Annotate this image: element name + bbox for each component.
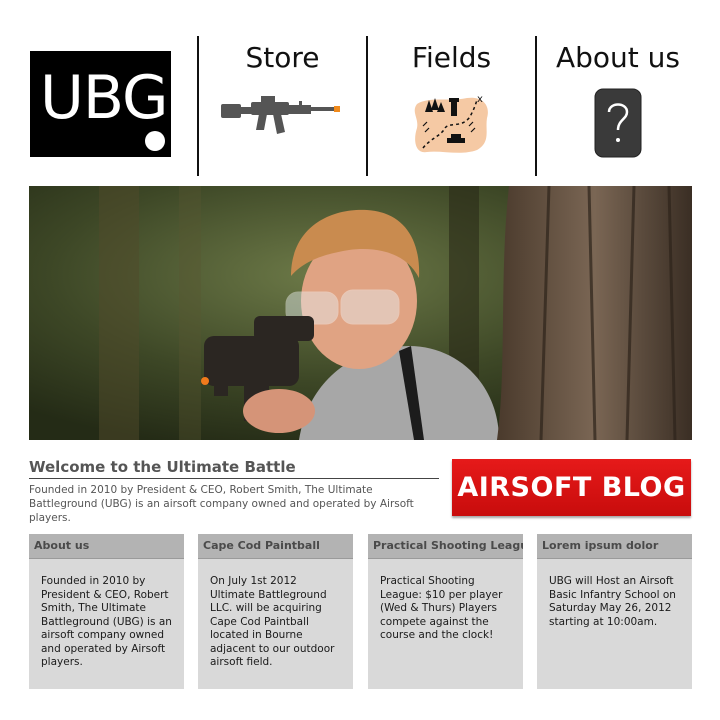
ubg-logo[interactable]: UBG <box>30 51 171 157</box>
welcome-title: Welcome to the Ultimate Battle <box>29 458 439 479</box>
column-title[interactable]: Cape Cod Paintball <box>198 534 353 559</box>
column-text: UBG will Host an Airsoft Basic Infantry … <box>549 575 676 628</box>
logo-text: UBG <box>40 63 169 133</box>
logo-dot <box>145 131 165 151</box>
column-cape-cod-paintball: Cape Cod Paintball On July 1st 2012 Ulti… <box>198 534 353 689</box>
welcome-text: Founded in 2010 by President & CEO, Robe… <box>29 484 414 524</box>
column-title[interactable]: Lorem ipsum dolor <box>537 534 692 559</box>
svg-text:x: x <box>477 94 483 105</box>
treasure-map-icon: x <box>414 94 488 153</box>
question-mark-icon <box>594 88 642 158</box>
hero-image <box>29 186 692 440</box>
nav-fields-label: Fields <box>411 41 492 74</box>
nav-store-label: Store <box>245 41 320 74</box>
nav-store[interactable]: Store <box>199 36 366 176</box>
column-practical-shooting-league: Practical Shooting League: Practical Sho… <box>368 534 523 689</box>
rifle-icon <box>220 96 340 134</box>
column-title[interactable]: Practical Shooting League: <box>368 534 523 559</box>
nav-about-label: About us <box>555 41 681 74</box>
column-text: Practical Shooting League: $10 per playe… <box>380 575 503 641</box>
nav-about[interactable]: About us <box>537 36 699 176</box>
column-title[interactable]: About us <box>29 534 184 559</box>
column-lorem-ipsum: Lorem ipsum dolor UBG will Host an Airso… <box>537 534 692 689</box>
nav-fields[interactable]: Fields x <box>368 36 535 176</box>
column-about-us: About us Founded in 2010 by President & … <box>29 534 184 689</box>
airsoft-blog-button[interactable]: AIRSOFT BLOG <box>452 459 691 516</box>
column-text: Founded in 2010 by President & CEO, Robe… <box>41 575 172 668</box>
column-text: On July 1st 2012 Ultimate Battleground L… <box>210 575 335 668</box>
